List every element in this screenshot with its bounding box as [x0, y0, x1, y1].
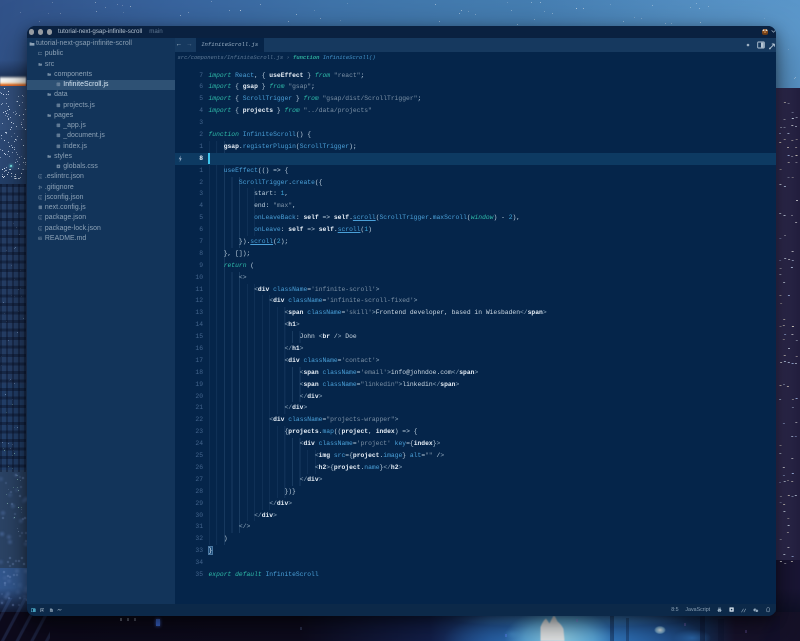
svg-text:JS: JS: [57, 83, 60, 87]
svg-text:JS: JS: [57, 134, 60, 138]
svg-text:JS: JS: [57, 124, 60, 128]
svg-text:JS: JS: [57, 103, 60, 107]
svg-text:{}: {}: [39, 196, 41, 200]
svg-text:JS: JS: [57, 144, 60, 148]
svg-text:{}: {}: [39, 216, 41, 220]
svg-text:JS: JS: [38, 206, 41, 210]
svg-text:{}: {}: [39, 226, 41, 230]
svg-text:{}: {}: [39, 175, 41, 179]
